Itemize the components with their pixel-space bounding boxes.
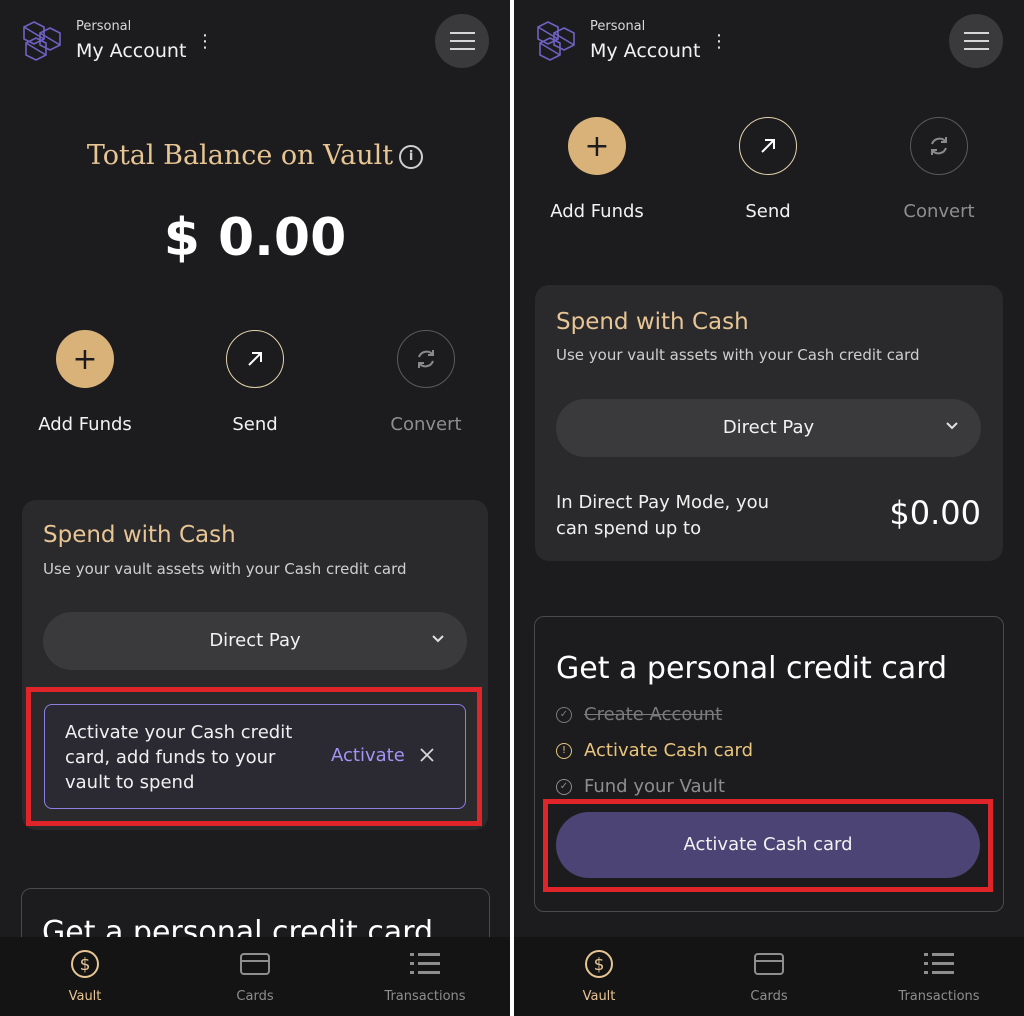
add-funds-button[interactable]: + Add Funds <box>527 117 667 222</box>
total-balance-title: Total Balance on Vault i <box>0 140 510 171</box>
tab-cards[interactable]: Cards <box>170 937 340 1004</box>
arrow-up-right-icon <box>739 117 797 175</box>
spend-title: Spend with Cash <box>556 309 749 335</box>
payment-mode-dropdown[interactable]: Direct Pay <box>43 612 467 670</box>
add-funds-label: Add Funds <box>38 414 132 435</box>
refresh-icon <box>910 117 968 175</box>
tab-transactions[interactable]: Transactions <box>340 937 510 1004</box>
balance-amount: $ 0.00 <box>163 208 347 268</box>
list-icon <box>410 953 440 974</box>
tab-bar: $ Vault Cards Transactions <box>514 937 1024 1016</box>
account-name[interactable]: My Account <box>590 40 700 62</box>
list-icon <box>924 953 954 974</box>
plus-icon: + <box>568 117 626 175</box>
spend-title: Spend with Cash <box>43 522 236 548</box>
step-fund-vault: ✓ Fund your Vault <box>556 776 725 797</box>
tab-cards[interactable]: Cards <box>684 937 854 1004</box>
highlight-box <box>543 799 993 892</box>
check-circle-icon: ✓ <box>556 707 572 723</box>
account-type-label: Personal <box>590 19 646 34</box>
left-screen: Personal My Account ⋮ Total Balance on V… <box>0 0 510 1016</box>
svg-text:$: $ <box>80 955 91 975</box>
tab-transactions-label: Transactions <box>898 989 980 1004</box>
tab-transactions-label: Transactions <box>384 989 466 1004</box>
payment-mode-value: Direct Pay <box>209 630 301 651</box>
step-activate-card: ! Activate Cash card <box>556 740 753 761</box>
menu-button[interactable] <box>949 14 1003 68</box>
tab-vault-label: Vault <box>582 989 616 1004</box>
add-funds-button[interactable]: + Add Funds <box>15 330 155 435</box>
plus-icon: + <box>56 330 114 388</box>
refresh-icon <box>397 330 455 388</box>
payment-mode-value: Direct Pay <box>722 417 815 438</box>
convert-button[interactable]: Convert <box>869 117 1009 222</box>
tab-cards-label: Cards <box>236 989 274 1004</box>
dollar-circle-icon: $ <box>71 950 99 978</box>
tab-vault[interactable]: $ Vault <box>0 937 170 1004</box>
alert-circle-icon: ! <box>556 743 572 759</box>
add-funds-label: Add Funds <box>550 201 644 222</box>
step-label: Create Account <box>584 704 723 725</box>
chevron-down-icon <box>432 635 444 643</box>
info-icon[interactable]: i <box>399 144 424 169</box>
chevron-down-icon <box>946 422 958 430</box>
send-button[interactable]: Send <box>185 330 325 435</box>
tab-transactions[interactable]: Transactions <box>854 937 1024 1004</box>
spend-limit-value: $0.00 <box>889 494 981 532</box>
check-circle-icon: ✓ <box>556 779 572 795</box>
svg-text:$: $ <box>594 955 605 975</box>
payment-mode-dropdown[interactable]: Direct Pay <box>556 399 981 457</box>
tab-vault-label: Vault <box>68 989 102 1004</box>
tab-cards-label: Cards <box>750 989 788 1004</box>
arrow-up-right-icon <box>226 330 284 388</box>
step-label: Fund your Vault <box>584 776 725 797</box>
menu-button[interactable] <box>435 14 489 68</box>
account-type-label: Personal <box>76 19 132 34</box>
spend-subtitle: Use your vault assets with your Cash cre… <box>43 560 407 578</box>
right-screen: Personal My Account ⋮ + Add Funds Send C… <box>514 0 1024 1016</box>
highlight-box <box>26 687 482 826</box>
more-options-icon[interactable]: ⋮ <box>196 31 214 53</box>
logo-icon <box>537 21 575 61</box>
send-label: Send <box>745 201 791 222</box>
total-balance-label: Total Balance on Vault <box>86 140 394 171</box>
convert-button[interactable]: Convert <box>356 330 496 435</box>
tab-vault[interactable]: $ Vault <box>514 937 684 1004</box>
convert-label: Convert <box>903 201 975 222</box>
send-label: Send <box>232 414 278 435</box>
send-button[interactable]: Send <box>698 117 838 222</box>
spend-limit-text: In Direct Pay Mode, you can spend up to <box>556 492 770 539</box>
dollar-circle-icon: $ <box>585 950 613 978</box>
credit-card-title: Get a personal credit card <box>556 651 948 686</box>
account-name[interactable]: My Account <box>76 40 186 62</box>
step-label: Activate Cash card <box>584 740 754 761</box>
convert-label: Convert <box>390 414 462 435</box>
card-icon <box>240 953 270 975</box>
more-options-icon[interactable]: ⋮ <box>710 31 728 53</box>
step-create-account: ✓ Create Account <box>556 704 722 725</box>
spend-subtitle: Use your vault assets with your Cash cre… <box>556 346 920 364</box>
tab-bar: $ Vault Cards Transactions <box>0 937 510 1016</box>
logo-icon <box>23 21 61 61</box>
card-icon <box>754 953 784 975</box>
